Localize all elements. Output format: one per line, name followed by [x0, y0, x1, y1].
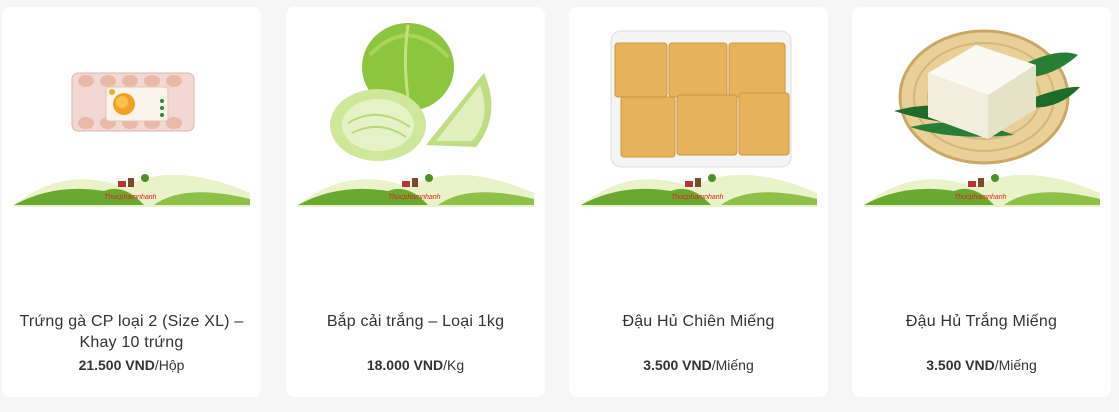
white-tofu-image[interactable]: Thucphamnhanh [864, 15, 1100, 207]
price-unit: /Miếng [711, 357, 754, 373]
price-amount: 21.500 VND [78, 357, 155, 373]
product-card-cabbage[interactable]: Thucphamnhanh Bắp cải trắng – Loại 1kg 1… [286, 7, 545, 397]
cabbage-image[interactable]: Thucphamnhanh [298, 15, 534, 207]
price-amount: 18.000 VND [366, 357, 444, 373]
svg-text:Thucphamnhanh: Thucphamnhanh [671, 194, 724, 201]
price-amount: 3.500 VND [926, 357, 995, 373]
product-name[interactable]: Đậu Hủ Chiên Miếng [577, 311, 820, 332]
price-unit: /Hộp [154, 357, 185, 373]
product-price: 3.500 VND/Miếng [852, 357, 1111, 373]
product-price: 18.000 VND/Kg [286, 357, 545, 373]
product-name[interactable]: Đậu Hủ Trắng Miếng [860, 311, 1103, 332]
svg-text:Thucphamnhanh: Thucphamnhanh [954, 194, 1007, 201]
product-price: 21.500 VND/Hộp [2, 357, 261, 373]
product-price: 3.500 VND/Miếng [569, 357, 828, 373]
svg-text:Thucphamnhanh: Thucphamnhanh [104, 194, 157, 201]
product-card-eggs[interactable]: Thucphamnhanh Trứng gà CP loại 2 (Size X… [2, 7, 261, 397]
product-name[interactable]: Trứng gà CP loại 2 (Size XL) – Khay 10 t… [10, 311, 253, 353]
fried-tofu-image[interactable]: Thucphamnhanh [581, 15, 817, 207]
egg-tray-image[interactable]: Thucphamnhanh [14, 15, 250, 207]
product-grid: Thucphamnhanh Trứng gà CP loại 2 (Size X… [0, 0, 1119, 412]
price-unit: /Kg [443, 357, 465, 373]
svg-text:Thucphamnhanh: Thucphamnhanh [388, 194, 441, 201]
price-unit: /Miếng [994, 357, 1037, 373]
product-name[interactable]: Bắp cải trắng – Loại 1kg [294, 311, 537, 332]
price-amount: 3.500 VND [643, 357, 712, 373]
product-card-fried-tofu[interactable]: Thucphamnhanh Đậu Hủ Chiên Miếng 3.500 V… [569, 7, 828, 397]
product-card-white-tofu[interactable]: Thucphamnhanh Đậu Hủ Trắng Miếng 3.500 V… [852, 7, 1111, 397]
